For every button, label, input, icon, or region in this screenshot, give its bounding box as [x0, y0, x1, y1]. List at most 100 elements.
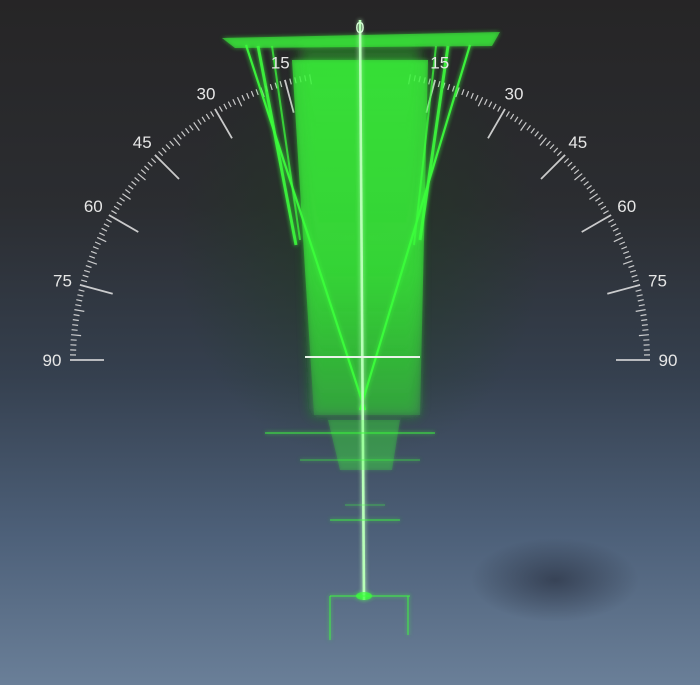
scale-tick-right-42: [549, 144, 555, 150]
scale-tick-right-18: [447, 84, 451, 91]
scale-tick-left-83: [72, 324, 79, 326]
scale-tick-left-49: [140, 169, 147, 175]
scale-tick-right-67: [621, 246, 628, 250]
scale-tick-left-44: [158, 150, 164, 157]
scale-tick-left-47: [147, 161, 153, 167]
scale-label-right-30: 30: [505, 84, 524, 103]
scale-tick-left-80: [74, 309, 85, 312]
scale-tick-left-56: [119, 197, 125, 202]
scale-tick-left-36: [189, 125, 194, 131]
scale-tick-left-26: [232, 99, 237, 105]
scale-tick-left-22: [250, 90, 255, 97]
scale-tick-right-63: [612, 227, 619, 232]
scale-tick-right-68: [623, 250, 630, 255]
scale-tick-left-55: [122, 193, 131, 200]
scale-tick-right-57: [597, 201, 604, 206]
scale-tick-left-66: [94, 241, 101, 246]
scale-tick-left-27: [227, 101, 232, 108]
scale-tick-right-27: [488, 101, 493, 108]
scale-tick-right-50: [574, 173, 583, 181]
scale-tick-left-18: [269, 84, 273, 91]
angle-scale-and-traces: 0 15 30 45 60 75 90 15 30 45 60 75 90: [43, 19, 677, 640]
scale-label-left-60: 60: [84, 197, 103, 216]
scale-tick-right-40: [539, 137, 547, 146]
scale-tick-right-74: [632, 279, 639, 283]
scale-tick-left-81: [73, 314, 80, 317]
scale-tick-right-72: [629, 269, 636, 273]
scale-tick-right-82: [641, 319, 648, 322]
scale-tick-right-59: [603, 210, 609, 215]
scale-tick-left-15: [284, 79, 295, 113]
scale-tick-left-52: [131, 181, 137, 186]
scale-tick-right-22: [465, 90, 470, 97]
scale-label-right-75: 75: [648, 271, 667, 290]
scale-label-left-15: 15: [271, 54, 290, 73]
scale-tick-right-80: [635, 309, 646, 312]
center-marker: 0: [356, 20, 365, 37]
scale-tick-right-62: [610, 223, 617, 228]
scale-tick-right-29: [497, 106, 502, 112]
scale-tick-right-84: [642, 329, 649, 331]
scale-label-left-90: 90: [43, 351, 62, 370]
scale-tick-left-39: [177, 134, 182, 140]
scale-tick-left-29: [218, 106, 223, 112]
scale-tick-right-64: [615, 232, 621, 237]
scale-tick-right-61: [608, 218, 614, 223]
scale-tick-left-40: [173, 137, 181, 146]
scale-tick-right-46: [563, 158, 570, 164]
scale-label-left-45: 45: [133, 133, 152, 152]
scale-tick-right-69: [624, 255, 631, 259]
scale-tick-left-34: [197, 119, 202, 125]
scale-tick-right-21: [461, 89, 465, 96]
scale-tick-left-53: [128, 185, 134, 190]
scale-tick-right-77: [636, 294, 643, 297]
scale-tick-left-16: [279, 81, 283, 88]
scale-tick-left-28: [223, 103, 228, 110]
scale-tick-right-14: [428, 78, 431, 85]
scale-tick-right-65: [613, 236, 624, 243]
scale-tick-right-37: [530, 128, 535, 134]
scale-tick-right-48: [570, 165, 576, 171]
scale-tick-right-34: [518, 119, 523, 125]
scale-tick-left-85: [71, 334, 82, 337]
scale-tick-left-70: [87, 260, 98, 265]
scale-tick-right-24: [474, 94, 479, 101]
scale-tick-right-26: [483, 99, 488, 105]
scale-tick-right-54: [589, 189, 595, 194]
scale-tick-left-60: [108, 214, 139, 233]
scale-tick-left-67: [92, 246, 99, 250]
scale-tick-left-71: [85, 265, 92, 269]
scale-tick-left-37: [185, 128, 190, 134]
scale-tick-right-45: [540, 154, 566, 180]
scale-tick-left-42: [165, 144, 171, 150]
scale-tick-left-79: [75, 304, 82, 307]
center-marker-label: 0: [356, 20, 365, 37]
scale-tick-right-78: [637, 299, 644, 302]
scale-tick-left-72: [84, 269, 91, 273]
scale-tick-left-82: [72, 319, 79, 322]
scale-tick-right-43: [553, 147, 559, 153]
scale-tick-right-81: [640, 314, 647, 317]
scale-tick-left-64: [99, 232, 105, 237]
scale-tick-left-61: [106, 218, 112, 223]
scale-tick-right-23: [470, 92, 474, 99]
scale-tick-left-43: [161, 147, 167, 153]
scale-tick-right-49: [573, 169, 580, 175]
scale-label-left-75: 75: [53, 271, 72, 290]
scale-tick-right-58: [600, 205, 607, 211]
scale-tick-right-51: [580, 177, 586, 182]
scale-tick-left-33: [201, 116, 206, 123]
scale-tick-left-51: [134, 177, 140, 182]
scale-tick-right-55: [589, 193, 598, 200]
scale-tick-left-58: [113, 205, 120, 211]
scale-tick-left-30: [214, 108, 233, 139]
scale-tick-right-36: [526, 125, 531, 131]
scale-tick-right-31: [505, 111, 510, 117]
scale-tick-left-48: [144, 165, 150, 171]
scale-tick-left-59: [111, 210, 117, 215]
scale-tick-right-70: [622, 260, 633, 265]
scale-tick-left-84: [71, 329, 78, 331]
scale-tick-right-79: [638, 304, 645, 307]
scale-tick-right-71: [628, 265, 635, 269]
scale-tick-right-60: [581, 214, 612, 233]
